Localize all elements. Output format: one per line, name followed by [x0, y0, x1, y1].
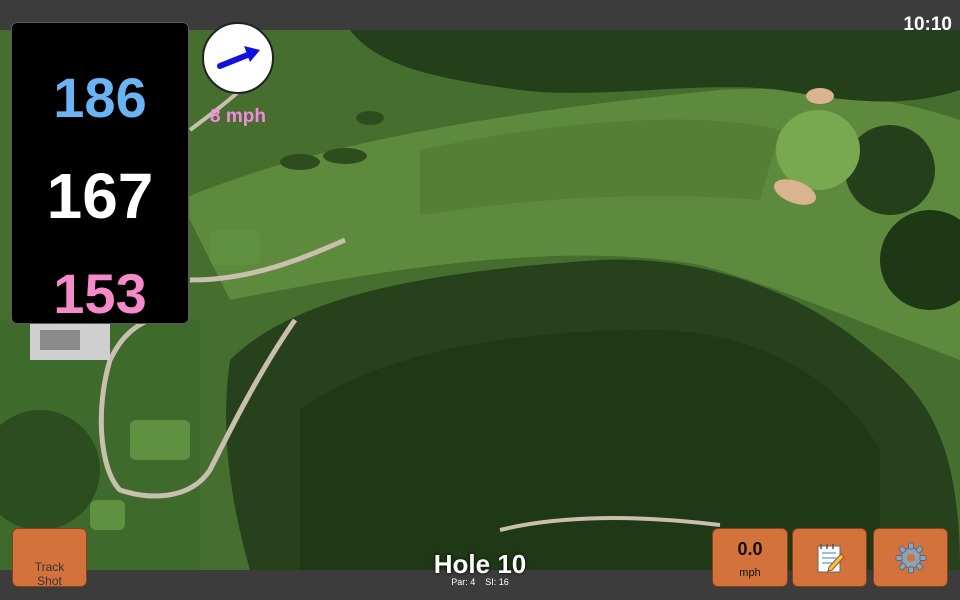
- distance-middle: 167: [46, 160, 154, 232]
- distance-front: 153: [53, 262, 147, 325]
- distance-back: 186: [53, 66, 147, 129]
- notepad-icon: [817, 543, 845, 572]
- hole-title: Hole 10: [433, 549, 527, 579]
- par-label: Par: 4: [451, 577, 476, 587]
- distance-panel: 186 167 153: [11, 22, 189, 325]
- stroke-index-label: SI: 16: [485, 577, 509, 587]
- speed-value: 0.0: [737, 539, 763, 559]
- notes-button[interactable]: [792, 528, 867, 587]
- wind-speed: 8 mph: [210, 106, 266, 127]
- gear-icon: [895, 542, 926, 573]
- wind-arrow-icon: [217, 46, 260, 69]
- track-shot-label: Track Shot: [34, 560, 65, 588]
- hole-info: Par: 4 SI: 16: [380, 577, 580, 587]
- wind-direction-dial: [202, 22, 274, 94]
- speed-button[interactable]: 0.0 mph: [712, 528, 788, 587]
- track-shot-button[interactable]: Track Shot: [12, 528, 87, 588]
- speed-unit: mph: [739, 567, 761, 579]
- settings-button[interactable]: [873, 528, 948, 587]
